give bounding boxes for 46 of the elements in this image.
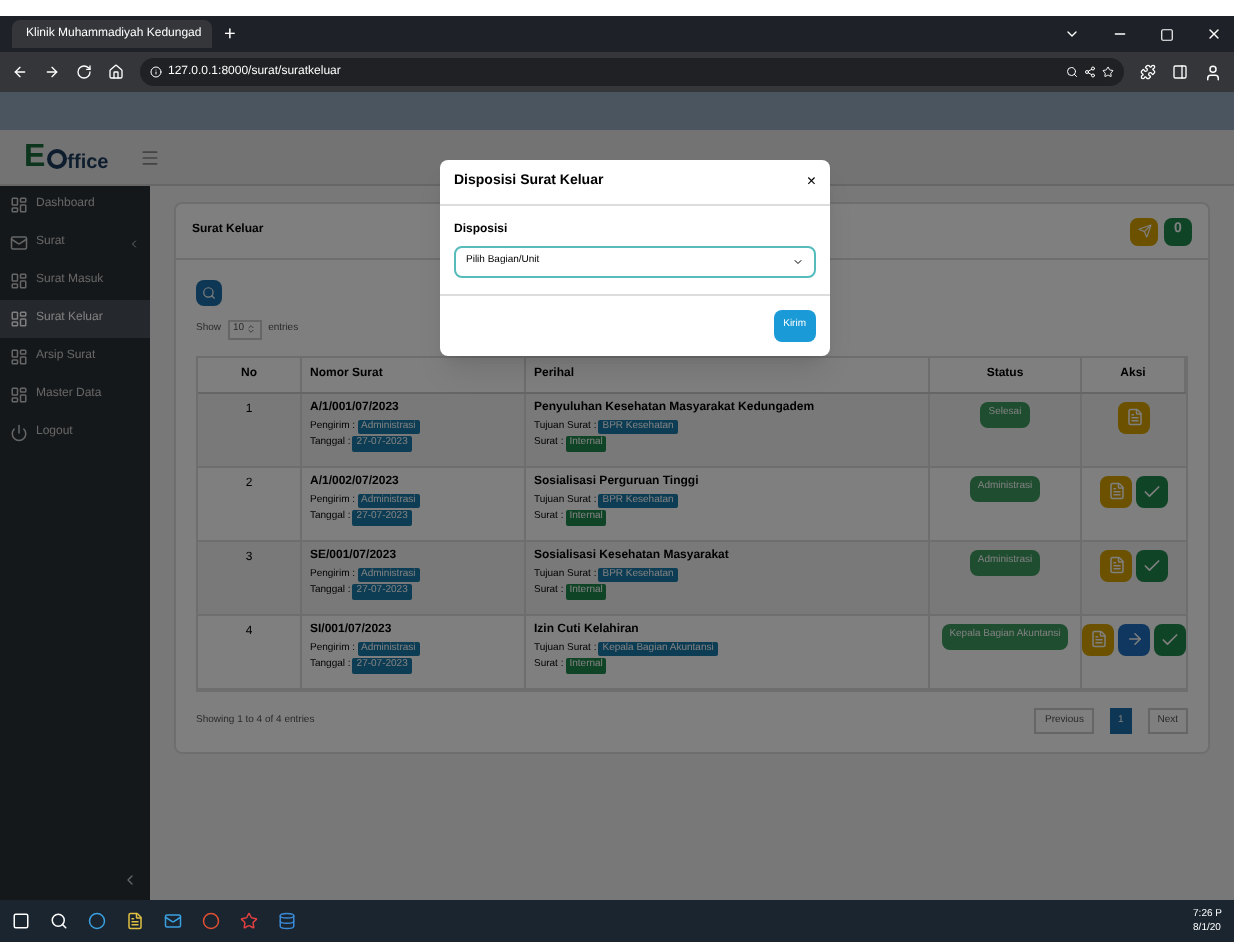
document-icon bbox=[1107, 482, 1125, 500]
document-icon bbox=[1125, 408, 1143, 426]
back-icon[interactable] bbox=[12, 64, 28, 80]
send-icon bbox=[1137, 224, 1151, 238]
close-window-icon[interactable] bbox=[1206, 26, 1222, 42]
document-icon bbox=[1107, 556, 1125, 574]
mail-icon[interactable] bbox=[164, 912, 182, 930]
extensions-icon[interactable] bbox=[1140, 64, 1156, 80]
tab-list-icon[interactable] bbox=[1064, 26, 1080, 42]
new-tab-button[interactable]: + bbox=[224, 19, 236, 49]
sort-arrows-icon bbox=[246, 324, 257, 335]
home-icon[interactable] bbox=[108, 64, 124, 80]
share-icon[interactable] bbox=[1084, 66, 1096, 78]
search-icon bbox=[202, 286, 216, 300]
profile-icon[interactable] bbox=[1204, 63, 1222, 81]
chevron-down-icon bbox=[792, 256, 804, 268]
forward-icon[interactable] bbox=[44, 64, 60, 80]
close-button[interactable]: × bbox=[806, 170, 816, 194]
logout-icon bbox=[10, 424, 28, 442]
mail-icon bbox=[10, 234, 28, 252]
check-icon bbox=[1142, 555, 1162, 575]
bookmark-star-icon[interactable] bbox=[1102, 66, 1114, 78]
chevron-icon bbox=[128, 237, 140, 249]
search-button[interactable] bbox=[196, 280, 222, 306]
logo-ring-icon bbox=[45, 147, 68, 169]
forward-button[interactable] bbox=[1118, 623, 1150, 655]
logo: E ffice bbox=[24, 141, 109, 173]
approve-button[interactable] bbox=[1136, 475, 1168, 507]
side-panel-icon[interactable] bbox=[1172, 64, 1188, 80]
dashboard-icon bbox=[10, 310, 28, 328]
approve-button[interactable] bbox=[1136, 549, 1168, 581]
reload-icon[interactable] bbox=[76, 64, 92, 80]
dashboard-icon bbox=[10, 272, 28, 290]
collapse-icon[interactable] bbox=[122, 872, 138, 888]
check-icon bbox=[1142, 481, 1162, 501]
info-icon[interactable] bbox=[150, 66, 162, 78]
approve-button[interactable] bbox=[1154, 623, 1186, 655]
document-icon bbox=[1089, 630, 1107, 648]
zoom-icon[interactable] bbox=[1066, 66, 1078, 78]
search-icon[interactable] bbox=[50, 912, 68, 930]
arrow-right-icon bbox=[1125, 630, 1143, 648]
dashboard-icon bbox=[10, 386, 28, 404]
dashboard-icon bbox=[10, 196, 28, 214]
check-icon bbox=[1160, 629, 1180, 649]
dashboard-icon bbox=[10, 348, 28, 366]
maximize-icon[interactable] bbox=[1160, 27, 1174, 41]
